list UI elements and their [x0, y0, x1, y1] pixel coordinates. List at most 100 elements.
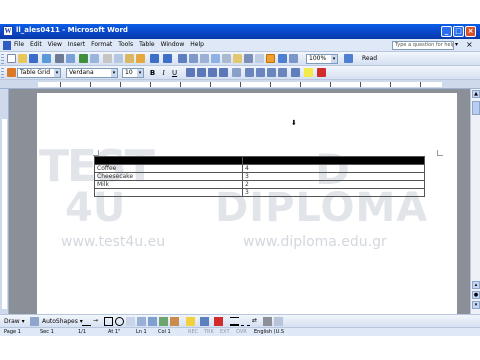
format-painter-icon[interactable]	[136, 54, 145, 63]
table-row[interactable]: Coffee 4	[94, 164, 425, 173]
bullets-icon[interactable]	[256, 68, 265, 77]
print-icon[interactable]	[55, 54, 64, 63]
draw-font-color-icon[interactable]	[214, 317, 223, 326]
font-color-icon[interactable]	[317, 68, 326, 77]
line-style-icon[interactable]	[230, 317, 239, 326]
table-icon[interactable]	[200, 54, 209, 63]
chevron-down-icon[interactable]: ▾	[54, 69, 60, 77]
oval-icon[interactable]	[115, 317, 124, 326]
status-rec[interactable]: REC	[188, 329, 198, 335]
scroll-up-icon[interactable]: ▲	[472, 90, 480, 98]
bold-button[interactable]: B	[148, 68, 157, 78]
table-row[interactable]	[94, 156, 425, 165]
close-window-button[interactable]: ×	[465, 26, 476, 37]
read-button[interactable]: Read	[362, 54, 377, 64]
shadow-icon[interactable]	[263, 317, 272, 326]
next-page-icon[interactable]: ▾	[472, 301, 480, 309]
pilcrow-icon[interactable]	[278, 54, 287, 63]
table-cell[interactable]: 2	[242, 180, 425, 189]
increase-indent-icon[interactable]	[278, 68, 287, 77]
rectangle-icon[interactable]	[104, 317, 113, 326]
table-cell[interactable]: Cheesecake	[94, 172, 243, 181]
toolbar-grip[interactable]	[1, 54, 4, 64]
draw-menu-button[interactable]: Draw ▾	[4, 317, 25, 326]
align-left-icon[interactable]	[186, 68, 195, 77]
line-color-icon[interactable]	[200, 317, 209, 326]
arrow-style-icon[interactable]: ⇄	[252, 317, 261, 326]
document-icon[interactable]	[3, 41, 11, 50]
menu-tools[interactable]: Tools	[118, 41, 133, 48]
menu-window[interactable]: Window	[161, 41, 185, 48]
table-cell[interactable]	[94, 156, 243, 165]
italic-button[interactable]: I	[159, 68, 168, 78]
cut-icon[interactable]	[103, 54, 112, 63]
text-box-icon[interactable]	[126, 317, 135, 326]
hyperlink-icon[interactable]	[178, 54, 187, 63]
save-icon[interactable]	[29, 54, 38, 63]
previous-page-icon[interactable]: ▴	[472, 281, 480, 289]
align-center-icon[interactable]	[197, 68, 206, 77]
horizontal-ruler[interactable]	[0, 80, 480, 89]
table-cell[interactable]: Coffee	[94, 164, 243, 173]
zoom-combo[interactable]: 100% ▾	[306, 54, 338, 64]
show-hide-icon[interactable]	[255, 54, 264, 63]
decrease-indent-icon[interactable]	[267, 68, 276, 77]
numbering-icon[interactable]	[245, 68, 254, 77]
status-ext[interactable]: EXT	[220, 329, 230, 335]
print-preview-icon[interactable]	[66, 54, 75, 63]
columns-icon[interactable]	[222, 54, 231, 63]
chevron-down-icon[interactable]: ▾	[331, 55, 337, 63]
document-map-icon[interactable]	[244, 54, 253, 63]
table-cell[interactable]: 4	[242, 164, 425, 173]
table-row[interactable]: Milk 2	[94, 180, 425, 189]
status-ovr[interactable]: OVR	[236, 329, 247, 335]
table-row[interactable]: 3	[94, 188, 425, 197]
justify-icon[interactable]	[219, 68, 228, 77]
style-combo[interactable]: Table Grid ▾	[17, 68, 61, 78]
align-right-icon[interactable]	[208, 68, 217, 77]
table-cell[interactable]	[242, 156, 425, 165]
toolbar-grip[interactable]	[1, 68, 4, 78]
chevron-down-icon[interactable]: ▾	[137, 69, 143, 77]
excel-icon[interactable]	[211, 54, 220, 63]
undo-icon[interactable]	[150, 54, 159, 63]
help-icon[interactable]	[344, 54, 353, 63]
highlighted-tool-icon[interactable]	[266, 54, 275, 63]
table-cell[interactable]: 3	[242, 172, 425, 181]
research-icon[interactable]	[90, 54, 99, 63]
arrow-icon[interactable]: →	[93, 317, 102, 326]
styles-icon[interactable]	[7, 68, 16, 77]
grid-icon[interactable]	[289, 54, 298, 63]
document-area[interactable]: ⬇ TEST 4U www.test4u.eu D DIPLOMA www.di…	[9, 89, 470, 314]
fill-color-icon[interactable]	[186, 317, 195, 326]
menu-insert[interactable]: Insert	[68, 41, 85, 48]
maximize-button[interactable]: □	[453, 26, 464, 37]
menu-view[interactable]: View	[48, 41, 62, 48]
scroll-thumb[interactable]	[472, 101, 480, 115]
close-document-icon[interactable]: ×	[466, 40, 473, 49]
tables-borders-icon[interactable]	[189, 54, 198, 63]
help-dropdown-icon[interactable]: ▾	[455, 41, 458, 48]
chevron-down-icon[interactable]: ▾	[111, 69, 117, 77]
redo-icon[interactable]	[163, 54, 172, 63]
menu-table[interactable]: Table	[139, 41, 155, 48]
table-cell[interactable]: 3	[242, 188, 425, 197]
picture-icon[interactable]	[170, 317, 179, 326]
clip-art-icon[interactable]	[159, 317, 168, 326]
help-search-input[interactable]: Type a question for help	[392, 41, 454, 50]
highlight-icon[interactable]	[304, 68, 313, 77]
document-page[interactable]: ⬇ TEST 4U www.test4u.eu D DIPLOMA www.di…	[37, 93, 457, 314]
font-combo[interactable]: Verdana ▾	[66, 68, 118, 78]
font-size-combo[interactable]: 10 ▾	[122, 68, 144, 78]
border-icon[interactable]	[291, 68, 300, 77]
spelling-icon[interactable]	[79, 54, 88, 63]
vertical-scrollbar[interactable]: ▲ ▴ ● ▾	[470, 89, 480, 314]
drawing-icon[interactable]	[233, 54, 242, 63]
paste-icon[interactable]	[125, 54, 134, 63]
menu-file[interactable]: File	[14, 41, 24, 48]
menu-format[interactable]: Format	[91, 41, 112, 48]
autoshapes-menu-button[interactable]: AutoShapes ▾	[42, 317, 83, 326]
table-cell[interactable]	[94, 188, 243, 197]
table-cell[interactable]: Milk	[94, 180, 243, 189]
document-table[interactable]: Coffee 4 Cheesecake 3 Milk 2 3	[94, 156, 425, 197]
